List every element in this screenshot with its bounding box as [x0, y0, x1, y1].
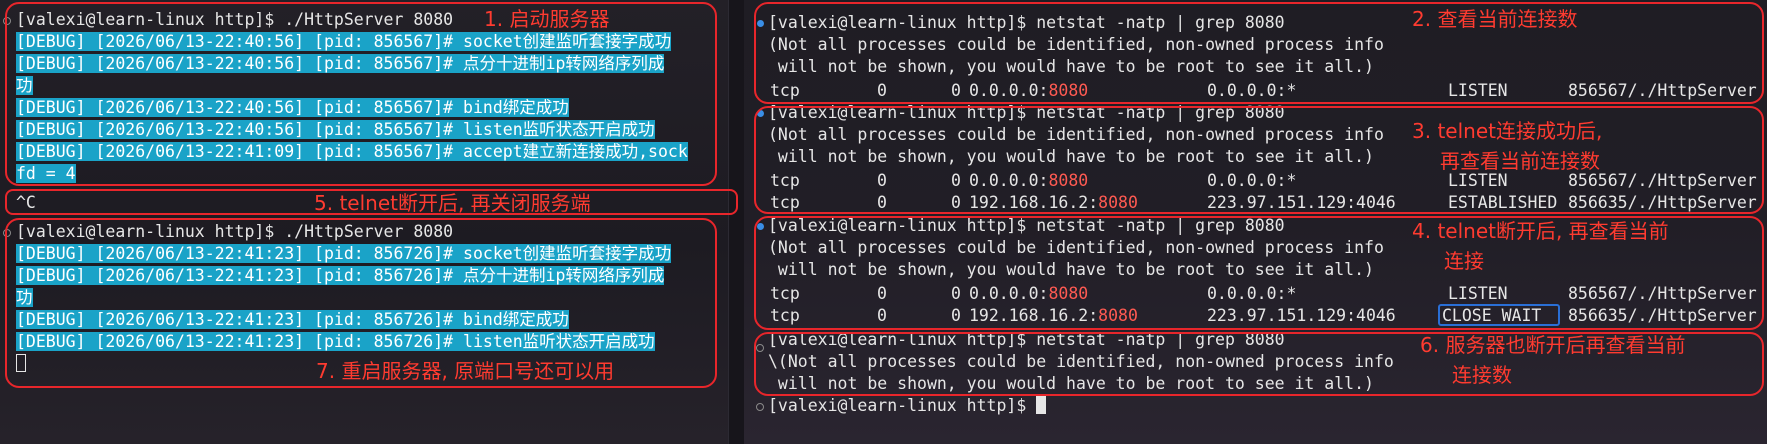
annotation-note-6a: 6. 服务器也断开后再查看当前 — [1420, 333, 1686, 357]
annotation-note-1: 1. 启动服务器 — [484, 7, 610, 31]
terminal-cursor[interactable] — [1036, 396, 1047, 414]
pane-divider[interactable] — [728, 0, 745, 444]
annotation-note-6b: 连接数 — [1452, 363, 1512, 387]
annotation-box-1 — [5, 2, 717, 186]
annotation-note-5: 5. telnet断开后, 再关闭服务端 — [314, 191, 591, 215]
prompt-marker-icon — [756, 403, 764, 411]
command-line: [valexi@learn-linux http]$ — [768, 395, 1047, 417]
annotation-note-4a: 4. telnet断开后, 再查看当前 — [1412, 219, 1669, 243]
annotation-note-3b: 再查看当前连接数 — [1440, 149, 1600, 173]
annotation-note-4b: 连接 — [1444, 249, 1484, 273]
annotation-note-3a: 3. telnet连接成功后, — [1412, 119, 1603, 143]
annotation-box-2 — [754, 2, 1764, 104]
annotation-box-3 — [754, 106, 1764, 214]
annotation-note-7: 7. 重启服务器, 原端口号还可以用 — [316, 359, 615, 383]
annotation-note-2: 2. 查看当前连接数 — [1412, 7, 1578, 31]
